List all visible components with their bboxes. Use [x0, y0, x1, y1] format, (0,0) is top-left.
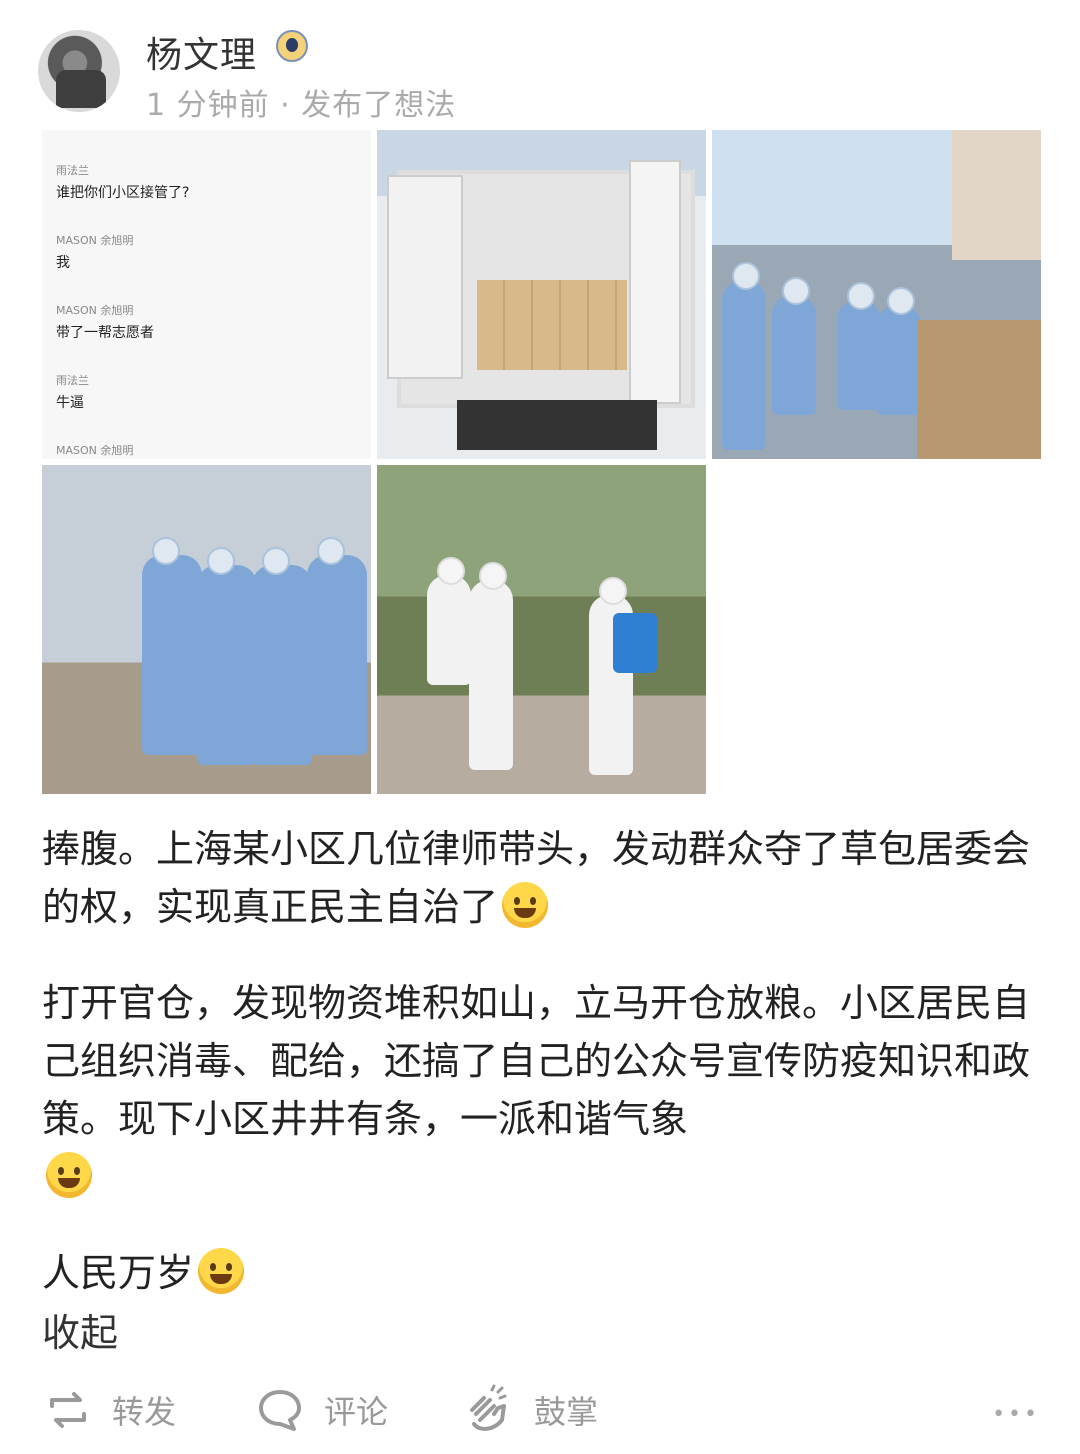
disinfector-figure	[469, 562, 513, 770]
volunteer-figure	[197, 547, 257, 765]
chat-message: 雨法兰 谁把你们小区接管了?	[56, 162, 189, 202]
chat-text: 我	[56, 255, 70, 271]
author-name[interactable]: 杨文理	[146, 26, 257, 78]
repost-button[interactable]: 转发	[44, 1380, 176, 1440]
repost-icon	[50, 1392, 86, 1428]
apartment-building	[952, 130, 1041, 260]
truck-door-right	[629, 160, 681, 404]
chat-message: 雨法兰 牛逼	[56, 372, 89, 412]
photo-disinfection[interactable]	[377, 465, 706, 794]
volunteer-figure	[142, 537, 202, 755]
sprayer-tank	[613, 613, 657, 673]
post-paragraph: 捧腹。上海某小区几位律师带头，发动群众夺了草包居委会的权，实现真正民主自治了	[42, 820, 1042, 936]
disinfector-figure	[427, 557, 471, 685]
action-bar: 转发 评论 鼓掌 •••	[0, 1380, 1080, 1440]
post-paragraph: 人民万岁	[42, 1244, 1042, 1302]
truck-door-left	[387, 175, 463, 379]
more-options-icon[interactable]: •••	[992, 1402, 1040, 1427]
volunteer-figure	[252, 547, 312, 765]
volunteer-figure	[307, 537, 367, 755]
applaud-label: 鼓掌	[534, 1393, 599, 1431]
smile-emoji-icon	[502, 882, 549, 928]
chat-sender: MASON 余旭明	[56, 234, 134, 247]
photo-volunteers-group[interactable]	[42, 465, 371, 794]
chat-sender: 雨法兰	[56, 164, 89, 177]
comment-icon	[259, 1390, 301, 1431]
repost-label: 转发	[112, 1393, 177, 1431]
post-paragraph: 打开官仓，发现物资堆积如山，立马开仓放粮。小区居民自己组织消毒、配给，还搞了自己…	[42, 974, 1042, 1206]
post-text: 人民万岁	[42, 1251, 195, 1295]
chat-message: MASON 余旭明 我	[56, 232, 133, 272]
chat-message: MASON 余旭明	[56, 442, 133, 458]
volunteer-figure	[772, 277, 816, 415]
photo-truck-supplies[interactable]	[377, 130, 706, 459]
chat-text: 谁把你们小区接管了?	[56, 185, 190, 201]
verified-badge-icon	[276, 30, 308, 62]
volunteer-figure	[722, 262, 766, 450]
chat-text: 带了一帮志愿者	[56, 325, 154, 341]
volunteer-figure	[837, 282, 881, 410]
clap-icon	[470, 1384, 507, 1431]
chat-sender: 雨法兰	[56, 374, 89, 387]
photo-chat-screenshot[interactable]: 雨法兰 谁把你们小区接管了? MASON 余旭明 我 MASON 余旭明 带了一…	[42, 130, 371, 459]
supply-boxes	[477, 280, 627, 370]
volunteer-figure	[877, 287, 921, 415]
post-header: 杨文理 1 分钟前 · 发布了想法	[0, 0, 1080, 125]
chat-message: MASON 余旭明 带了一帮志愿者	[56, 302, 154, 342]
avatar[interactable]	[38, 30, 120, 112]
comment-label: 评论	[324, 1393, 389, 1431]
chat-text: 牛逼	[56, 395, 84, 411]
truck-chassis	[457, 400, 657, 450]
collapse-link[interactable]: 收起	[42, 1302, 118, 1357]
comment-button[interactable]: 评论	[256, 1380, 388, 1440]
laugh-emoji-icon	[198, 1248, 245, 1294]
chat-sender: MASON 余旭明	[56, 444, 134, 457]
stacked-boxes	[917, 320, 1041, 459]
applaud-button[interactable]: 鼓掌	[462, 1380, 598, 1440]
chat-sender: MASON 余旭明	[56, 304, 134, 317]
post-meta: 1 分钟前 · 发布了想法	[146, 88, 457, 123]
photo-volunteers-walking[interactable]	[712, 130, 1041, 459]
post-text: 打开官仓，发现物资堆积如山，立马开仓放粮。小区居民自己组织消毒、配给，还搞了自己…	[42, 981, 1031, 1141]
grin-emoji-icon	[46, 1152, 92, 1198]
